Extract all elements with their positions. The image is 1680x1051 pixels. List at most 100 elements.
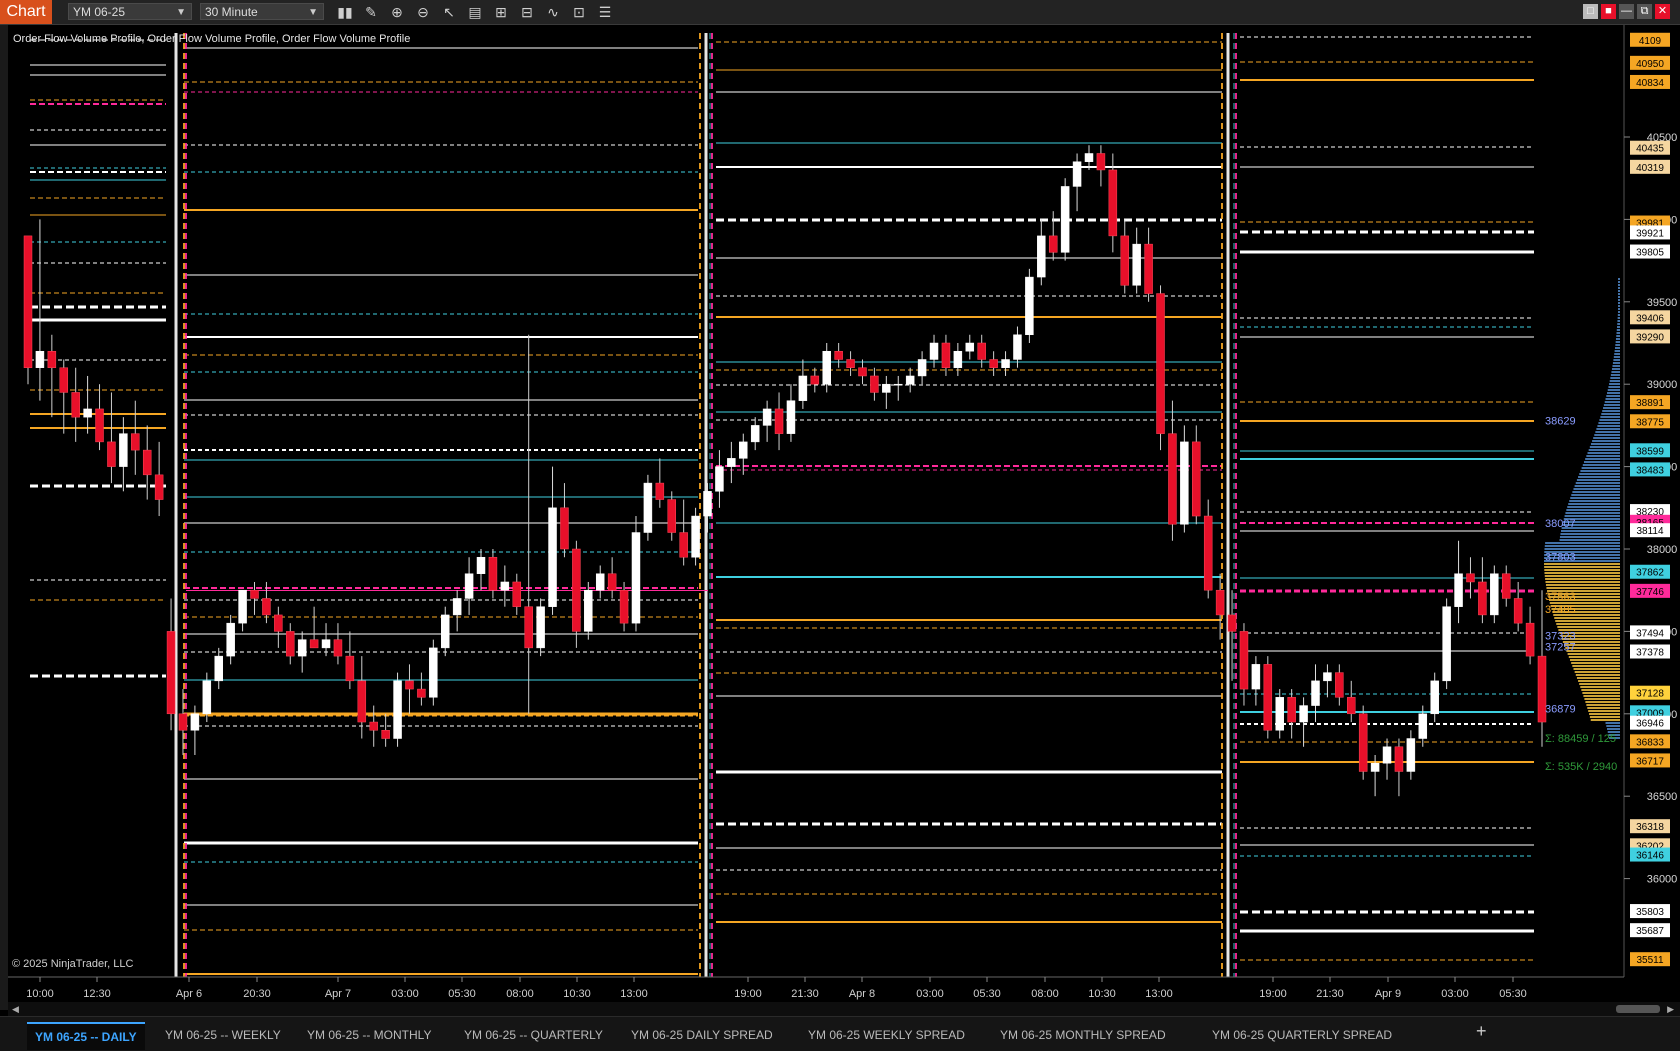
candle-down[interactable]: [607, 573, 617, 591]
candle-down[interactable]: [274, 614, 283, 632]
candle-up[interactable]: [762, 408, 772, 426]
candle-down[interactable]: [524, 606, 533, 649]
close-icon[interactable]: ✕: [1655, 4, 1670, 19]
candle-down[interactable]: [1287, 697, 1296, 723]
candle-up[interactable]: [905, 375, 915, 385]
candle-down[interactable]: [774, 408, 784, 434]
candle-up[interactable]: [798, 375, 808, 401]
candle-down[interactable]: [1466, 573, 1475, 583]
candle-up[interactable]: [35, 350, 45, 368]
candle-up[interactable]: [1454, 573, 1463, 607]
candle-up[interactable]: [691, 515, 700, 558]
candle-up[interactable]: [715, 466, 724, 492]
candle-down[interactable]: [1227, 614, 1237, 632]
candle-down[interactable]: [357, 680, 367, 723]
chart-tab-1[interactable]: YM 06-25 -- DAILY: [27, 1022, 145, 1050]
candle-up[interactable]: [214, 655, 223, 682]
candle-up[interactable]: [393, 680, 402, 739]
horizontal-scrollbar[interactable]: ◀ ▶: [8, 1002, 1680, 1016]
candle-down[interactable]: [417, 688, 426, 698]
candle-up[interactable]: [822, 350, 831, 385]
zoom-in-icon[interactable]: ⊕: [388, 3, 406, 21]
candle-down[interactable]: [178, 713, 188, 731]
candle-up[interactable]: [1275, 697, 1284, 731]
candle-up[interactable]: [1060, 186, 1070, 253]
templates-icon[interactable]: ⊞: [492, 3, 510, 21]
candle-up[interactable]: [1406, 738, 1416, 772]
candle-up[interactable]: [1072, 161, 1082, 187]
candle-up[interactable]: [119, 433, 128, 467]
candle-down[interactable]: [1263, 664, 1273, 731]
candle-down[interactable]: [619, 589, 629, 624]
candle-up[interactable]: [1311, 680, 1320, 706]
scroll-right-icon[interactable]: ▶: [1667, 1002, 1674, 1016]
candle-up[interactable]: [643, 482, 653, 533]
candle-up[interactable]: [1180, 441, 1189, 525]
chart-menu-button[interactable]: Chart: [0, 0, 52, 24]
minimize-icon[interactable]: —: [1619, 4, 1634, 19]
candle-down[interactable]: [977, 342, 986, 360]
candle-down[interactable]: [71, 392, 80, 418]
candle-up[interactable]: [727, 458, 736, 467]
candle-up[interactable]: [1430, 680, 1439, 715]
strategies-icon[interactable]: ⊟: [518, 3, 536, 21]
candle-up[interactable]: [1132, 243, 1141, 286]
candle-up[interactable]: [202, 680, 212, 715]
candle-down[interactable]: [1501, 573, 1511, 599]
candle-down[interactable]: [333, 639, 343, 657]
window-color-icon[interactable]: ■: [1601, 4, 1616, 19]
candle-down[interactable]: [107, 441, 116, 467]
indicators-icon[interactable]: ∿: [544, 3, 562, 21]
candle-up[interactable]: [703, 491, 712, 517]
list-icon[interactable]: ☰: [596, 3, 614, 21]
candle-down[interactable]: [667, 499, 676, 533]
candle-up[interactable]: [1299, 705, 1308, 723]
draw-pencil-icon[interactable]: ✎: [362, 3, 380, 21]
candle-down[interactable]: [870, 375, 879, 393]
candle-down[interactable]: [512, 581, 522, 607]
candle-down[interactable]: [405, 680, 414, 690]
candle-down[interactable]: [1347, 697, 1356, 715]
chart-tab-4[interactable]: YM 06-25 -- QUARTERLY: [456, 1022, 611, 1048]
candle-down[interactable]: [59, 367, 69, 393]
candle-up[interactable]: [1370, 762, 1380, 772]
chart-tab-5[interactable]: YM 06-25 DAILY SPREAD: [623, 1022, 781, 1048]
candle-down[interactable]: [810, 375, 820, 385]
candle-down[interactable]: [166, 631, 176, 715]
candle-up[interactable]: [595, 573, 605, 591]
candle-down[interactable]: [1478, 581, 1487, 616]
candle-up[interactable]: [786, 400, 796, 434]
candle-up[interactable]: [1251, 664, 1261, 690]
candle-up[interactable]: [321, 639, 331, 649]
candle-up[interactable]: [894, 383, 903, 386]
candle-down[interactable]: [1239, 631, 1249, 690]
candle-up[interactable]: [631, 532, 641, 624]
candle-down[interactable]: [679, 532, 688, 558]
candle-down[interactable]: [1156, 293, 1165, 434]
candle-up[interactable]: [1037, 235, 1046, 278]
interval-selector[interactable]: 30 Minute ▼: [200, 3, 324, 20]
candle-up[interactable]: [238, 589, 247, 624]
candle-up[interactable]: [965, 342, 975, 352]
candle-up[interactable]: [1382, 746, 1392, 764]
chart-tab-7[interactable]: YM 06-25 MONTHLY SPREAD: [992, 1022, 1174, 1048]
candle-up[interactable]: [929, 342, 939, 360]
properties-icon[interactable]: ▤: [466, 3, 484, 21]
candle-down[interactable]: [131, 433, 140, 451]
candle-down[interactable]: [858, 367, 867, 377]
candle-down[interactable]: [142, 449, 152, 476]
candle-down[interactable]: [989, 359, 998, 368]
chart-tab-2[interactable]: YM 06-25 -- WEEKLY: [157, 1022, 289, 1048]
candle-up[interactable]: [476, 556, 486, 574]
candle-down[interactable]: [1144, 243, 1153, 294]
instrument-selector[interactable]: YM 06-25 ▼: [68, 3, 192, 20]
candle-down[interactable]: [1358, 713, 1368, 772]
candle-down[interactable]: [1168, 433, 1177, 525]
candle-up[interactable]: [953, 350, 963, 368]
candle-down[interactable]: [1108, 169, 1118, 237]
candle-up[interactable]: [429, 647, 438, 698]
candle-up[interactable]: [1013, 334, 1022, 360]
candle-up[interactable]: [750, 425, 760, 443]
candle-down[interactable]: [309, 639, 319, 649]
candle-up[interactable]: [440, 614, 450, 649]
